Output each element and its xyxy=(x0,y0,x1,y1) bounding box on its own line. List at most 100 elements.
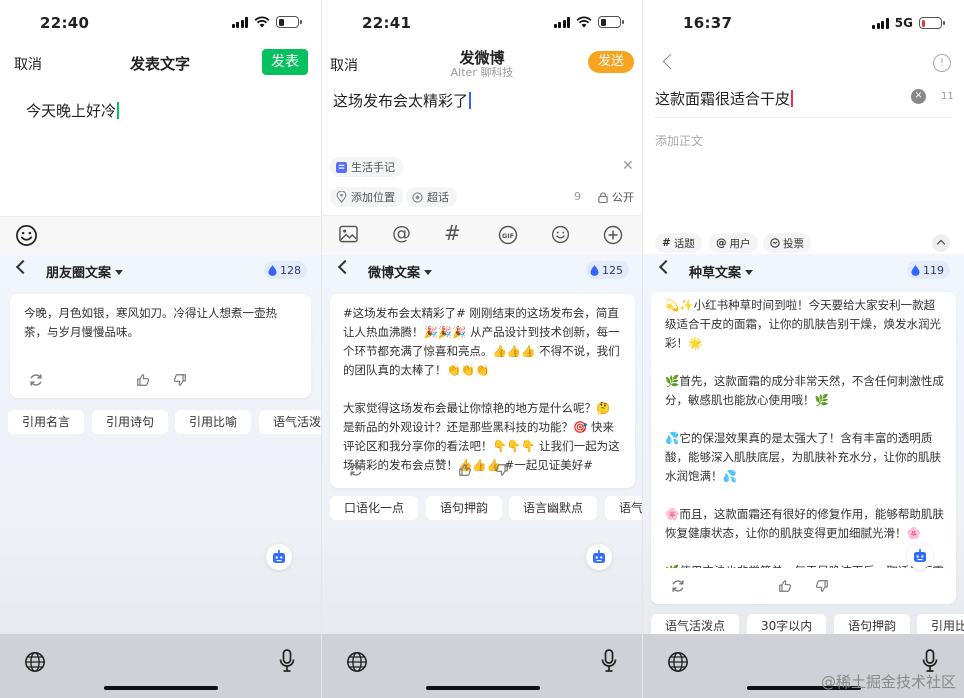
status-bar: 16:37 5G xyxy=(643,0,964,44)
chip-tone[interactable]: 语气 xyxy=(605,496,643,520)
credit-count: 128 xyxy=(280,263,301,277)
vote-icon xyxy=(770,238,780,248)
text-input[interactable]: 今天晚上好冷 xyxy=(26,100,119,121)
suggestion-card[interactable]: 今晚，月色如银，寒风如刀。冷得让人想煮一壶热茶，与岁月慢慢品味。 xyxy=(10,294,311,398)
mic-icon[interactable] xyxy=(922,649,938,673)
system-keyboard-bar xyxy=(322,634,643,698)
phone-wechat-moments: 22:40 取消 发表文字 发表 今天晚上好冷 朋友圈文案 128 今晚，月色如… xyxy=(0,0,321,698)
hashtag-icon[interactable]: # xyxy=(444,221,461,245)
back-chevron-icon[interactable] xyxy=(662,53,679,70)
visibility-label: 公开 xyxy=(612,191,634,204)
suggestion-text: #这场发布会太精彩了# 刚刚结束的这场发布会，简直让人热血沸腾！🎉🎉🎉 从产品设… xyxy=(343,306,620,472)
chip-metaphor[interactable]: 引用比喻 xyxy=(175,410,252,434)
plus-circle-icon[interactable] xyxy=(603,225,623,249)
image-icon[interactable] xyxy=(339,225,358,247)
chevron-down-icon xyxy=(745,270,754,275)
hashtag-icon: # xyxy=(662,237,671,249)
info-icon[interactable]: ! xyxy=(933,54,951,72)
chip-lively[interactable]: 语气活泼 xyxy=(259,410,321,434)
location-pin-icon xyxy=(336,191,347,203)
chip-rhyme[interactable]: 语句押韵 xyxy=(426,496,503,520)
clear-icon[interactable]: ✕ xyxy=(911,89,926,104)
globe-icon[interactable] xyxy=(24,651,46,673)
text-caret xyxy=(469,92,471,109)
robot-icon[interactable] xyxy=(266,544,292,570)
template-selector[interactable]: 种草文案 xyxy=(689,262,754,281)
ai-keyboard: 朋友圈文案 128 今晚，月色如银，寒风如刀。冷得让人想煮一壶热茶，与岁月慢慢品… xyxy=(0,254,321,698)
globe-icon[interactable] xyxy=(667,651,689,673)
template-title: 微博文案 xyxy=(368,266,421,281)
robot-icon[interactable] xyxy=(907,543,933,569)
topic-button[interactable]: # 话题 xyxy=(655,233,702,253)
page-title: 发表文字 xyxy=(129,55,190,73)
title-count: 11 xyxy=(941,91,954,102)
drop-icon xyxy=(268,264,277,276)
publish-button[interactable]: 发表 xyxy=(262,49,308,75)
thumbs-up-icon[interactable] xyxy=(778,578,792,597)
status-time: 22:41 xyxy=(362,14,412,32)
status-bar: 22:41 xyxy=(322,0,643,44)
text-input[interactable]: 这场发布会太精彩了 xyxy=(333,90,471,111)
battery-icon xyxy=(598,16,624,28)
robot-icon[interactable] xyxy=(586,544,612,570)
refresh-icon[interactable] xyxy=(29,372,43,391)
lock-icon xyxy=(598,191,608,203)
home-indicator xyxy=(104,686,218,690)
thumbs-up-icon[interactable] xyxy=(136,372,150,391)
cancel-button[interactable]: 取消 xyxy=(330,55,358,75)
suggestion-text: 今晚，月色如银，寒风如刀。冷得让人想煮一壶热茶，与岁月慢慢品味。 xyxy=(24,306,277,339)
add-location-button[interactable]: 添加位置 xyxy=(330,187,403,207)
chip-poem[interactable]: 引用诗句 xyxy=(92,410,169,434)
phone-xiaohongshu: 16:37 5G ! 这款面霜很适合干皮 ✕ 11 添加正文 # 话题 @ 用户 投… xyxy=(643,0,964,698)
refresh-icon[interactable] xyxy=(671,578,685,597)
template-selector[interactable]: 微博文案 xyxy=(368,262,433,281)
chip-quote[interactable]: 引用名言 xyxy=(8,410,85,434)
title-input[interactable]: 这款面霜很适合干皮 xyxy=(655,88,793,109)
thumbs-down-icon[interactable] xyxy=(815,578,829,597)
wifi-icon xyxy=(576,16,592,28)
emoji-icon[interactable] xyxy=(551,225,570,248)
refresh-icon[interactable] xyxy=(349,462,363,481)
body-placeholder[interactable]: 添加正文 xyxy=(655,132,703,149)
gif-icon[interactable]: GIF xyxy=(498,225,518,249)
network-type: 5G xyxy=(894,16,913,30)
title-divider xyxy=(655,117,952,118)
text-caret xyxy=(791,90,793,107)
user-button[interactable]: @ 用户 xyxy=(709,233,758,253)
topic-tag[interactable]: 生活手记 xyxy=(330,157,403,177)
rewrite-chips: 引用名言 引用诗句 引用比喻 语气活泼 xyxy=(0,410,321,434)
status-time: 22:40 xyxy=(40,14,90,32)
mention-icon[interactable]: @ xyxy=(392,222,411,244)
back-chevron-icon[interactable] xyxy=(658,259,674,275)
rewrite-chips: 口语化一点 语句押韵 语言幽默点 语气 xyxy=(322,496,643,520)
phone-weibo: 22:41 取消 发微博 Alter 聊科技 发送 这场发布会太精彩了 生活手记… xyxy=(322,0,643,698)
keyboard-header: 种草文案 119 xyxy=(643,254,964,288)
visibility-button[interactable]: 公开 xyxy=(592,187,642,207)
super-topic-button[interactable]: 超话 xyxy=(406,187,457,207)
chip-colloquial[interactable]: 口语化一点 xyxy=(330,496,419,520)
globe-icon[interactable] xyxy=(346,651,368,673)
mic-icon[interactable] xyxy=(601,649,617,673)
close-icon[interactable]: ✕ xyxy=(622,158,634,174)
keyboard-header: 微博文案 125 xyxy=(322,254,643,288)
notebook-icon xyxy=(336,161,347,173)
signal-icon xyxy=(553,16,570,28)
template-selector[interactable]: 朋友圈文案 xyxy=(46,262,124,281)
mic-icon[interactable] xyxy=(279,649,295,673)
chip-humor[interactable]: 语言幽默点 xyxy=(509,496,598,520)
suggestion-card[interactable]: #这场发布会太精彩了# 刚刚结束的这场发布会，简直让人热血沸腾！🎉🎉🎉 从产品设… xyxy=(330,294,635,488)
chevron-down-icon xyxy=(424,270,433,275)
vote-button[interactable]: 投票 xyxy=(763,233,811,253)
thumbs-down-icon[interactable] xyxy=(173,372,187,391)
home-indicator xyxy=(426,686,540,690)
emoji-icon[interactable] xyxy=(15,224,38,247)
collapse-button[interactable] xyxy=(932,234,950,252)
thumbs-up-icon[interactable] xyxy=(458,462,472,481)
send-button[interactable]: 发送 xyxy=(588,51,634,73)
back-chevron-icon[interactable] xyxy=(15,259,31,275)
thumbs-down-icon[interactable] xyxy=(495,462,509,481)
cancel-button[interactable]: 取消 xyxy=(14,54,42,74)
back-chevron-icon[interactable] xyxy=(337,259,353,275)
template-title: 朋友圈文案 xyxy=(46,266,112,281)
emoji-toolbar xyxy=(0,216,321,254)
